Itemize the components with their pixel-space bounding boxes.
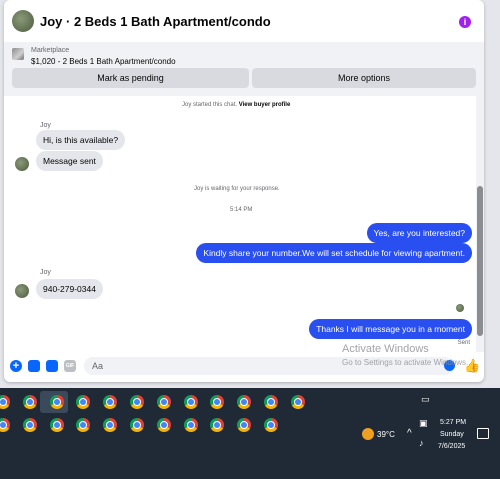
listing-title[interactable]: $1,020 - 2 Beds 1 Bath Apartment/condo xyxy=(31,57,176,66)
notification-icon[interactable] xyxy=(477,428,489,439)
sender-avatar[interactable] xyxy=(15,157,29,171)
browser-taskbar-icon[interactable] xyxy=(290,395,305,409)
photo-icon[interactable] xyxy=(28,360,40,372)
scrollbar[interactable] xyxy=(476,96,484,352)
outgoing-message[interactable]: Thanks I will message you in a moment xyxy=(309,319,472,339)
scrollbar-thumb[interactable] xyxy=(477,186,483,336)
sender-avatar[interactable] xyxy=(15,284,29,298)
incoming-message[interactable]: 940-279-0344 xyxy=(36,279,103,299)
incoming-message[interactable]: Hi, is this available? xyxy=(36,130,126,150)
read-receipt-avatar xyxy=(456,304,464,312)
chat-started-text: Joy started this chat. xyxy=(182,102,238,108)
clock-time[interactable]: 5:27 PM xyxy=(440,419,466,426)
browser-taskbar-icon[interactable] xyxy=(264,395,278,409)
browser-taskbar-icon[interactable] xyxy=(156,395,171,409)
browser-taskbar-icon[interactable] xyxy=(49,395,64,409)
message-list: Joy started this chat. View buyer profil… xyxy=(4,96,484,352)
tray-app-icon[interactable]: ▭ xyxy=(421,394,430,405)
sticker-icon[interactable] xyxy=(46,360,58,372)
more-options-button[interactable]: More options xyxy=(252,68,476,88)
browser-taskbar-icon[interactable] xyxy=(156,418,171,432)
weather-temperature[interactable]: 39°C xyxy=(377,430,395,439)
chat-header: Joy · 2 Beds 1 Bath Apartment/condo i xyxy=(4,0,484,43)
incoming-message[interactable]: Message sent xyxy=(36,151,103,171)
listing-label: Marketplace xyxy=(31,47,70,54)
sent-status: Sent xyxy=(457,340,470,346)
browser-taskbar-icon[interactable] xyxy=(130,418,144,432)
browser-taskbar-icon[interactable] xyxy=(22,418,37,432)
listing-thumbnail[interactable] xyxy=(12,48,24,60)
activate-windows-subtitle: Go to Settings to activate Windows. xyxy=(342,358,469,367)
view-buyer-profile-link[interactable]: View buyer profile xyxy=(239,102,291,108)
mark-as-pending-button[interactable]: Mark as pending xyxy=(12,68,249,88)
activate-windows-title: Activate Windows xyxy=(342,343,429,355)
chevron-up-icon[interactable]: ^ xyxy=(407,428,412,439)
plus-icon[interactable]: + xyxy=(10,360,22,372)
network-icon[interactable]: ▣ xyxy=(419,418,428,429)
sender-name: Joy xyxy=(40,269,51,276)
waiting-notice: Joy is waiting for your response. xyxy=(194,186,280,192)
listing-bar: Marketplace $1,020 - 2 Beds 1 Bath Apart… xyxy=(4,42,484,96)
info-icon[interactable]: i xyxy=(459,16,471,28)
browser-taskbar-icon[interactable] xyxy=(49,418,64,432)
browser-taskbar-icon[interactable] xyxy=(183,418,198,432)
browser-taskbar-icon[interactable] xyxy=(183,395,198,409)
chat-title[interactable]: Joy · 2 Beds 1 Bath Apartment/condo xyxy=(40,14,271,29)
message-timestamp: 5:14 PM xyxy=(230,207,253,213)
composer: + GIF 👍 xyxy=(4,352,484,382)
outgoing-message[interactable]: Kindly share your number.We will set sch… xyxy=(196,243,472,263)
sender-name: Joy xyxy=(40,122,51,129)
clock-date[interactable]: 7/6/2025 xyxy=(438,443,465,450)
avatar[interactable] xyxy=(12,10,34,32)
browser-taskbar-icon[interactable] xyxy=(22,395,37,409)
browser-taskbar-icon[interactable] xyxy=(264,418,278,432)
outgoing-message[interactable]: Yes, are you interested? xyxy=(366,223,472,243)
chat-started-notice: Joy started this chat. View buyer profil… xyxy=(182,102,290,108)
clock-day[interactable]: Sunday xyxy=(440,431,464,438)
gif-icon[interactable]: GIF xyxy=(64,360,76,372)
browser-taskbar-icon[interactable] xyxy=(130,395,144,409)
weather-icon[interactable] xyxy=(362,428,374,440)
volume-icon[interactable]: ♪ xyxy=(419,438,424,448)
chat-window: Joy · 2 Beds 1 Bath Apartment/condo i Ma… xyxy=(4,0,484,382)
